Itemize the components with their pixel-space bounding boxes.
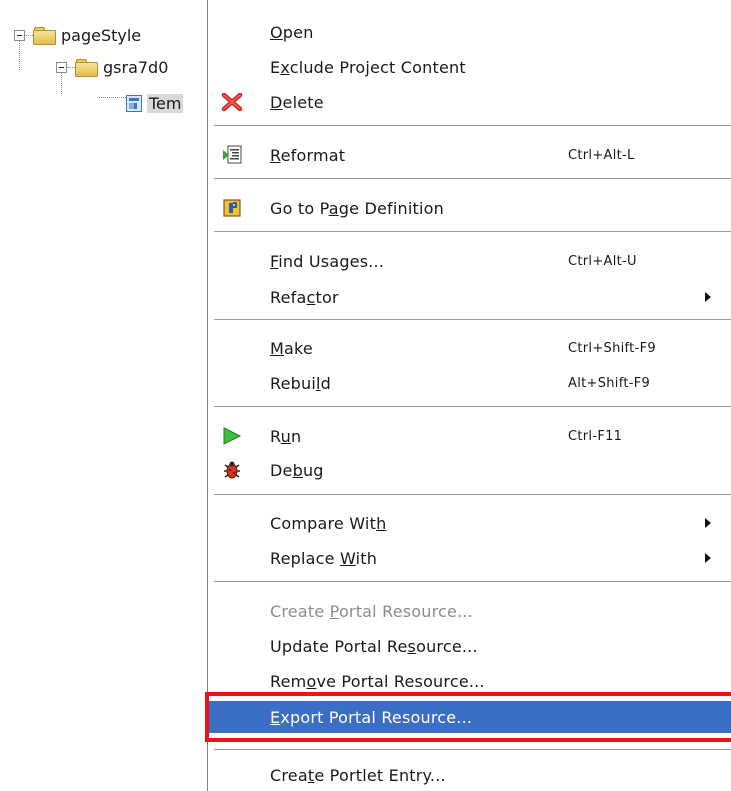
menu-item-label: Compare With xyxy=(270,513,387,533)
menu-item-export-portal-resource[interactable]: Export Portal Resource... xyxy=(208,701,731,733)
menu-separator xyxy=(214,125,731,126)
folder-icon xyxy=(33,26,56,45)
menu-item-compare-with[interactable]: Compare With xyxy=(208,507,731,539)
menu-item-label: Update Portal Resource... xyxy=(270,636,478,656)
menu-item-update-portal-resource[interactable]: Update Portal Resource... xyxy=(208,630,731,662)
menu-separator xyxy=(214,231,731,232)
collapse-icon[interactable] xyxy=(56,61,67,73)
tree-node-pagestyle[interactable]: pageStyle xyxy=(14,23,141,47)
menu-item-delete[interactable]: Delete xyxy=(208,86,731,118)
menu-item-label: Go to Page Definition xyxy=(270,198,444,218)
menu-item-label: Create Portal Resource... xyxy=(270,601,473,621)
shortcut-label: Ctrl+Alt-L xyxy=(568,147,635,163)
submenu-arrow-icon xyxy=(705,518,711,528)
tree-node-label: gsra7d0 xyxy=(103,57,169,77)
menu-item-remove-portal-resource[interactable]: Remove Portal Resource... xyxy=(208,665,731,697)
menu-item-label: Exclude Project Content xyxy=(270,57,466,77)
menu-item-label: Find Usages... xyxy=(270,251,385,271)
submenu-arrow-icon xyxy=(705,553,711,563)
menu-item-label: Debug xyxy=(270,460,324,480)
menu-item-refactor[interactable]: Refactor xyxy=(208,281,731,313)
context-menu: Open Exclude Project Content Delete Refo… xyxy=(207,0,731,791)
menu-item-find-usages[interactable]: Find Usages... Ctrl+Alt-U xyxy=(208,245,731,277)
page-template-icon xyxy=(126,94,142,112)
menu-item-open[interactable]: Open xyxy=(208,16,731,48)
tree-node-gsra7d0[interactable]: gsra7d0 xyxy=(56,55,168,79)
menu-item-label: Open xyxy=(270,22,314,42)
menu-separator xyxy=(214,581,731,582)
menu-item-label: Export Portal Resource... xyxy=(270,707,473,727)
menu-separator xyxy=(214,319,731,320)
menu-separator xyxy=(214,178,731,179)
tree-node-template[interactable]: Tem xyxy=(99,91,184,115)
menu-item-label: Rebuild xyxy=(270,373,331,393)
menu-item-rebuild[interactable]: Rebuild Alt+Shift-F9 xyxy=(208,367,731,399)
menu-item-go-to-page-definition[interactable]: Go to Page Definition xyxy=(208,192,731,224)
reformat-icon xyxy=(223,145,242,164)
submenu-arrow-icon xyxy=(705,292,711,302)
tree-node-label: pageStyle xyxy=(61,25,142,45)
menu-item-label: Create Portlet Entry... xyxy=(270,765,446,785)
tree-node-label: Tem xyxy=(147,93,184,113)
shortcut-label: Alt+Shift-F9 xyxy=(568,375,651,391)
menu-separator xyxy=(214,749,731,750)
debug-bug-icon xyxy=(224,461,240,479)
menu-item-create-portal-resource: Create Portal Resource... xyxy=(208,595,731,627)
menu-item-label: Reformat xyxy=(270,145,346,165)
shortcut-label: Ctrl+Alt-U xyxy=(568,253,637,269)
menu-item-label: Refactor xyxy=(270,287,339,307)
project-tree: pageStyle gsra7d0 Tem xyxy=(0,0,210,140)
delete-x-icon xyxy=(221,92,243,112)
menu-item-run[interactable]: Run Ctrl-F11 xyxy=(208,420,731,452)
menu-item-label: Remove Portal Resource... xyxy=(270,671,485,691)
menu-item-label: Run xyxy=(270,426,302,446)
menu-item-reformat[interactable]: Reformat Ctrl+Alt-L xyxy=(208,139,731,171)
shortcut-label: Ctrl-F11 xyxy=(568,428,623,444)
menu-item-debug[interactable]: Debug xyxy=(208,454,731,486)
menu-separator xyxy=(214,406,731,407)
menu-item-make[interactable]: Make Ctrl+Shift-F9 xyxy=(208,332,731,364)
menu-item-create-portlet-entry[interactable]: Create Portlet Entry... xyxy=(208,759,731,791)
menu-item-exclude-project-content[interactable]: Exclude Project Content xyxy=(208,51,731,83)
folder-icon xyxy=(75,58,98,77)
menu-item-label: Replace With xyxy=(270,548,378,568)
run-icon xyxy=(223,427,242,445)
menu-item-label: Make xyxy=(270,338,313,358)
shortcut-label: Ctrl+Shift-F9 xyxy=(568,340,656,356)
menu-separator xyxy=(214,494,731,495)
page-definition-icon xyxy=(223,199,241,217)
menu-item-replace-with[interactable]: Replace With xyxy=(208,542,731,574)
collapse-icon[interactable] xyxy=(14,29,25,41)
menu-item-label: Delete xyxy=(270,92,324,112)
